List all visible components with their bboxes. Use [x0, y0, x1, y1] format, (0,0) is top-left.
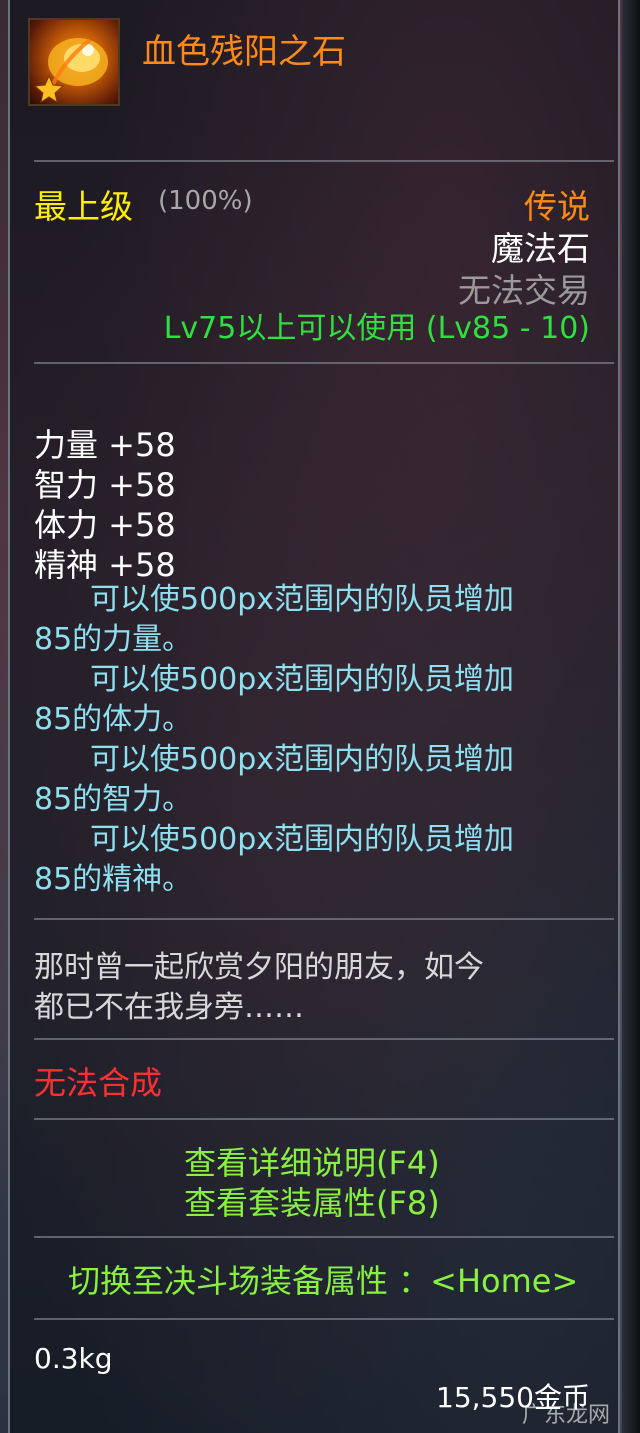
- item-weight: 0.3kg: [34, 1342, 113, 1375]
- item-grade: 最上级: [34, 187, 133, 226]
- item-grade-percent: (100%): [158, 186, 253, 216]
- divider: [34, 160, 614, 162]
- divider: [34, 1318, 614, 1320]
- divider: [34, 362, 614, 364]
- star-icon: [34, 74, 64, 104]
- level-requirement: Lv75以上可以使用 (Lv85 - 10): [163, 311, 590, 346]
- flavor-text: 那时曾一起欣赏夕阳的朋友，如今: [34, 950, 484, 985]
- divider: [34, 1118, 614, 1120]
- side-panel-edge: [622, 0, 640, 1433]
- effect-line: 可以使500px范围内的队员增加: [90, 742, 515, 777]
- switch-pvp-link[interactable]: 切换至决斗场装备属性 ：<Home>: [68, 1256, 578, 1302]
- effect-line: 85的力量。: [34, 622, 193, 657]
- item-type: 魔法石: [491, 229, 590, 268]
- craft-status: 无法合成: [34, 1064, 163, 1102]
- divider: [34, 1038, 614, 1040]
- view-set-link[interactable]: 查看套装属性(F8): [184, 1178, 440, 1224]
- watermark: 广东龙网: [521, 1403, 610, 1428]
- effect-line: 85的体力。: [34, 702, 193, 737]
- effect-line: 85的智力。: [34, 782, 193, 817]
- item-rarity: 传说: [524, 187, 590, 226]
- effect-line: 可以使500px范围内的队员增加: [90, 582, 515, 617]
- effect-line: 85的精神。: [34, 862, 193, 897]
- effect-line: 可以使500px范围内的队员增加: [90, 662, 515, 697]
- flavor-text: 都已不在我身旁……: [34, 990, 304, 1025]
- item-tooltip: 血色残阳之石 最上级 (100%) 传说 魔法石 无法交易 Lv75以上可以使用…: [8, 0, 620, 1433]
- effect-line: 可以使500px范围内的队员增加: [90, 822, 515, 857]
- flaming-stone-icon: [28, 18, 120, 106]
- item-name: 血色残阳之石: [142, 32, 346, 72]
- divider: [34, 918, 614, 920]
- divider: [34, 1236, 614, 1238]
